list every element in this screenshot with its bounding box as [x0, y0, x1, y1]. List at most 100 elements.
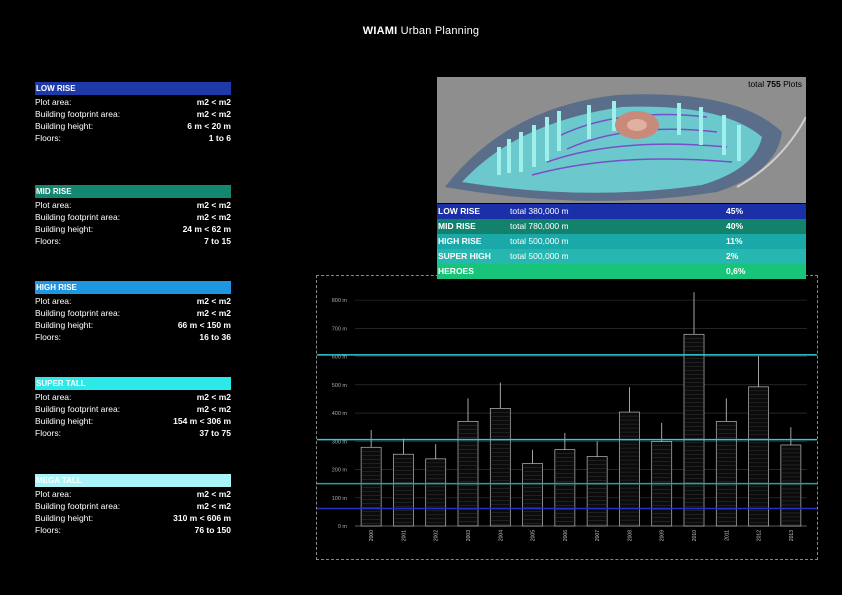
row-value: m2 < m2	[196, 109, 231, 119]
category-row: Plot area: m2 < m2	[35, 295, 231, 307]
category-row: Floors: 76 to 150	[35, 524, 231, 536]
row-label: Floors:	[35, 332, 61, 342]
row-label: Building height:	[35, 320, 94, 330]
row-label: Plot area:	[35, 296, 72, 306]
skyline-chart: 0 m100 m200 m300 m400 m500 m600 m700 m80…	[317, 292, 817, 541]
stats-row: LOW RISE total 380,000 m 45%	[437, 204, 806, 219]
stats-row: MID RISE total 780,000 m 40%	[437, 219, 806, 234]
plots-suffix: Plots	[783, 79, 802, 89]
stats-total: total 380,000 m	[510, 206, 569, 216]
category-header: MEGA TALL	[35, 474, 231, 487]
row-value: m2 < m2	[196, 501, 231, 511]
row-label: Building footprint area:	[35, 308, 121, 318]
stats-percent: 45%	[726, 206, 744, 216]
stats-total: total 500,000 m	[510, 236, 569, 246]
x-tick-label: 2003	[466, 530, 472, 541]
row-label: Plot area:	[35, 489, 72, 499]
row-value: 1 to 6	[208, 133, 231, 143]
category-row: Floors: 16 to 36	[35, 331, 231, 343]
y-tick-label: 100 m	[332, 496, 348, 502]
stats-table: LOW RISE total 380,000 m 45% MID RISE total …	[437, 204, 806, 279]
stats-percent: 40%	[726, 221, 744, 231]
x-tick-label: 2011	[724, 530, 730, 541]
building-bar	[554, 449, 576, 527]
row-label: Plot area:	[35, 392, 72, 402]
row-value: 310 m < 606 m	[173, 513, 231, 523]
plots-prefix: total	[748, 79, 765, 89]
y-tick-label: 0 m	[338, 524, 348, 530]
category-row: Building footprint area: m2 < m2	[35, 403, 231, 415]
row-value: m2 < m2	[196, 404, 231, 414]
category-header: HIGH RISE	[35, 281, 231, 294]
category-row: Building height: 310 m < 606 m	[35, 512, 231, 524]
row-value: 66 m < 150 m	[177, 320, 231, 330]
category-row: Building height: 154 m < 306 m	[35, 415, 231, 427]
aerial-render: total 755 Plots	[437, 77, 806, 203]
category-row: Building footprint area: m2 < m2	[35, 500, 231, 512]
y-tick-label: 400 m	[332, 411, 348, 417]
row-label: Building footprint area:	[35, 501, 121, 511]
row-value: m2 < m2	[196, 296, 231, 306]
category-row: Floors: 37 to 75	[35, 427, 231, 439]
stats-percent: 11%	[726, 236, 743, 246]
stats-name: SUPER HIGH	[438, 251, 491, 261]
stats-name: HIGH RISE	[438, 236, 482, 246]
building-bar	[425, 458, 447, 527]
skyline-chart-frame: 0 m 100 m 200 m 300 m 400 m 500 m 600 m 700 m 80…	[316, 275, 818, 560]
row-value: m2 < m2	[196, 489, 231, 499]
building-bar	[457, 420, 479, 527]
stats-name: MID RISE	[438, 221, 476, 231]
row-value: 24 m < 62 m	[182, 224, 231, 234]
building-bar	[715, 420, 737, 527]
row-label: Building footprint area:	[35, 212, 121, 222]
category-row: Building footprint area: m2 < m2	[35, 108, 231, 120]
x-tick-label: 2000	[369, 530, 375, 541]
category-panel: MID RISE Plot area: m2 < m2 Building foo…	[35, 185, 231, 247]
category-row: Building footprint area: m2 < m2	[35, 307, 231, 319]
row-value: m2 < m2	[196, 200, 231, 210]
y-tick-label: 800 m	[332, 298, 348, 304]
x-tick-label: 2013	[789, 530, 795, 541]
row-value: 7 to 15	[204, 236, 231, 246]
row-value: 76 to 150	[194, 525, 231, 535]
page-title: WIAMI Urban Planning	[0, 25, 842, 37]
category-panel: HIGH RISE Plot area: m2 < m2 Building fo…	[35, 281, 231, 343]
row-label: Building height:	[35, 121, 94, 131]
x-tick-label: 2009	[660, 530, 666, 541]
stats-total: total 780,000 m	[510, 221, 569, 231]
building-bar	[780, 444, 802, 527]
category-header: MID RISE	[35, 185, 231, 198]
category-header: LOW RISE	[35, 82, 231, 95]
x-tick-label: 2008	[627, 530, 633, 541]
category-row: Floors: 7 to 15	[35, 235, 231, 247]
category-panel: MEGA TALL Plot area: m2 < m2 Building fo…	[35, 474, 231, 536]
category-row: Floors: 1 to 6	[35, 132, 231, 144]
row-label: Floors:	[35, 133, 61, 143]
row-value: 154 m < 306 m	[173, 416, 231, 426]
building-bar	[748, 386, 769, 527]
y-tick-label: 700 m	[332, 326, 348, 332]
x-tick-label: 2004	[498, 530, 504, 541]
category-panel: SUPER TALL Plot area: m2 < m2 Building f…	[35, 377, 231, 439]
category-row: Building height: 24 m < 62 m	[35, 223, 231, 235]
aerial-image	[437, 77, 806, 203]
stats-row: HIGH RISE total 500,000 m 11%	[437, 234, 806, 249]
building-bar	[586, 456, 608, 527]
stats-name: LOW RISE	[438, 206, 481, 216]
row-label: Floors:	[35, 525, 61, 535]
row-label: Floors:	[35, 428, 61, 438]
stats-row: SUPER HIGH total 500,000 m 2%	[437, 249, 806, 264]
row-label: Building height:	[35, 224, 94, 234]
category-panel: LOW RISE Plot area: m2 < m2 Building foo…	[35, 82, 231, 144]
y-tick-label: 200 m	[332, 468, 348, 474]
category-row: Building height: 6 m < 20 m	[35, 120, 231, 132]
title-brand: WIAMI	[362, 25, 398, 37]
row-label: Building height:	[35, 513, 94, 523]
stats-total: total 500,000 m	[510, 251, 569, 261]
x-tick-label: 2002	[434, 530, 440, 541]
row-value: 37 to 75	[199, 428, 231, 438]
row-value: m2 < m2	[196, 212, 231, 222]
stats-percent: 2%	[726, 251, 739, 261]
category-row: Plot area: m2 < m2	[35, 488, 231, 500]
row-label: Building footprint area:	[35, 109, 121, 119]
